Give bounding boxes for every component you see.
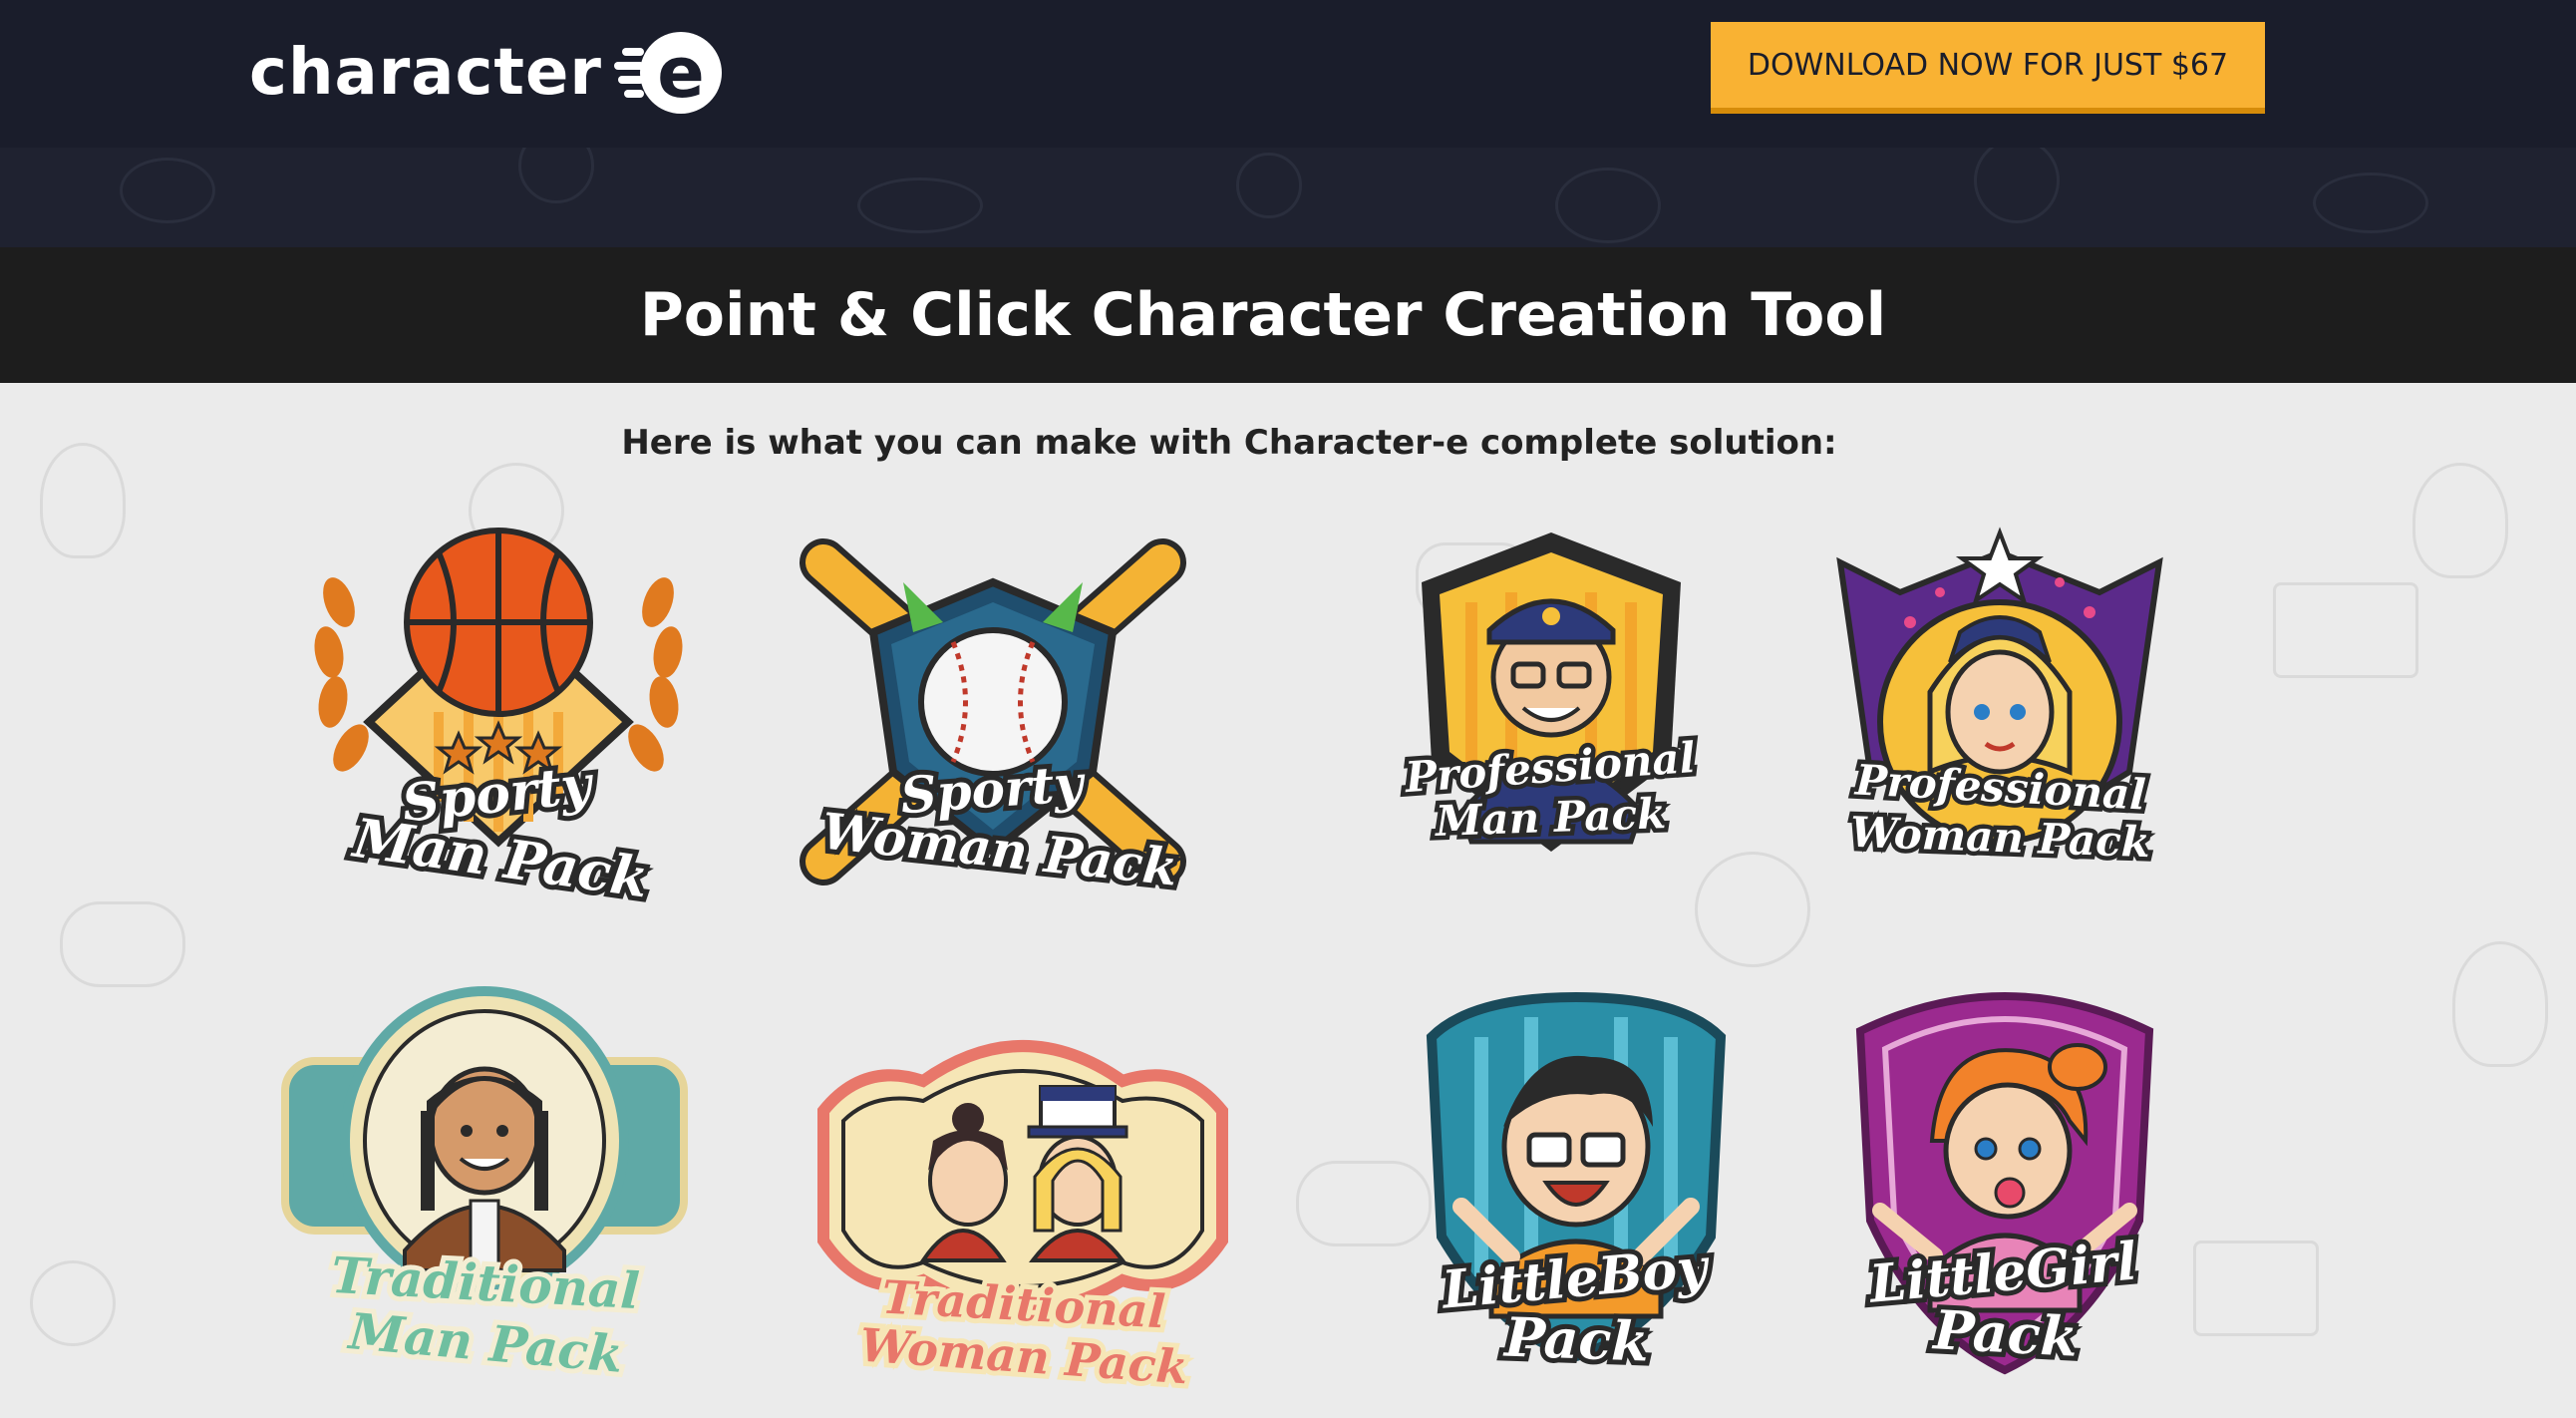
little-boy-pack-badge[interactable]: LittleBoy Pack — [1392, 977, 1761, 1396]
basketball-icon: Sporty Man Pack — [314, 528, 683, 915]
balloon-doodle-icon — [2413, 463, 2508, 578]
professional-man-pack-badge[interactable]: Professional Man Pack — [1352, 513, 1751, 911]
title-band: Point & Click Character Creation Tool — [0, 247, 2576, 383]
pack-title-line2: Man Pack — [1433, 789, 1667, 846]
section-subtitle: Here is what you can make with Character… — [621, 423, 1837, 463]
traditional-woman-pack-badge[interactable]: Traditional Woman Pack — [804, 1001, 1242, 1400]
little-boy-icon: LittleBoy Pack — [1426, 991, 1727, 1379]
whale-doodle-icon — [60, 901, 185, 987]
traditional-man-pack-badge[interactable]: Traditional Man Pack — [275, 981, 694, 1389]
baseball-icon: Sporty Woman Pack — [800, 538, 1186, 902]
book-doodle-icon — [2273, 582, 2418, 678]
logo-e-mark: e — [608, 28, 722, 118]
ring-doodle-icon — [30, 1260, 116, 1346]
little-girl-pack-badge[interactable]: LittleGirl Pack — [1840, 971, 2169, 1400]
two-women-icon: Traditional Woman Pack — [817, 1040, 1228, 1399]
balloon-doodle-icon — [2452, 941, 2548, 1067]
sporty-man-pack-badge[interactable]: Sporty Man Pack — [299, 513, 698, 915]
pack-title-line2: Pack — [1501, 1304, 1650, 1373]
flight-attendant-icon: Professional Woman Pack — [1836, 527, 2163, 872]
pack-title-line2: Woman Pack — [1849, 808, 2150, 867]
character-e-logo[interactable]: character e — [249, 28, 722, 118]
decorative-doodle-strip — [0, 148, 2576, 247]
top-navigation-bar: character e DOWNLOAD NOW FOR JUST $67 — [0, 0, 2576, 148]
pack-title-line2: Pack — [1930, 1297, 2080, 1369]
page-title: Point & Click Character Creation Tool — [639, 280, 1887, 350]
pack-showcase-section: Here is what you can make with Character… — [0, 383, 2576, 1418]
little-girl-icon: LittleGirl Pack — [1855, 992, 2154, 1375]
logo-wordmark: character — [249, 36, 602, 110]
sporty-woman-pack-badge[interactable]: Sporty Woman Pack — [794, 523, 1192, 921]
professional-woman-pack-badge[interactable]: Professional Woman Pack — [1800, 513, 2199, 911]
police-officer-icon: Professional Man Pack — [1398, 532, 1702, 852]
native-man-icon: Traditional Man Pack — [281, 986, 688, 1389]
book-doodle-icon — [2193, 1241, 2319, 1336]
download-now-button[interactable]: DOWNLOAD NOW FOR JUST $67 — [1711, 22, 2265, 114]
